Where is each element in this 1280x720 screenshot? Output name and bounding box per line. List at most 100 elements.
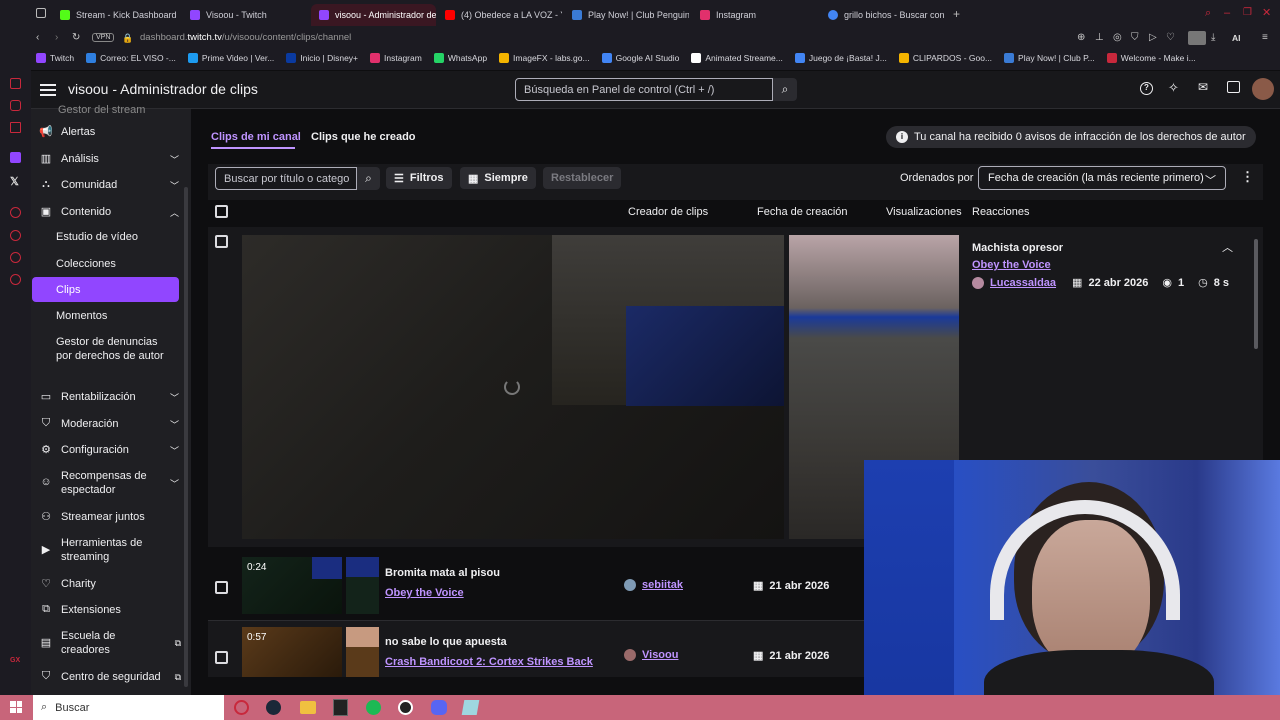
content-scrollbar[interactable] [1254, 239, 1258, 349]
tab-kick[interactable]: Stream - Kick Dashboard [52, 4, 180, 26]
creator-link[interactable]: Visoou [642, 649, 678, 661]
copyright-notice[interactable]: i Tu canal ha recibido 0 avisos de infra… [886, 126, 1256, 148]
creator-link[interactable]: sebiitak [642, 579, 683, 591]
menu-icon[interactable]: ≡ [1262, 32, 1268, 43]
epic-taskbar-icon[interactable] [333, 699, 348, 716]
profile-thumbnail[interactable] [1188, 31, 1206, 45]
steam-taskbar-icon[interactable] [266, 700, 281, 715]
collapse-chevron-icon[interactable]: ︿ [1222, 239, 1233, 255]
bookmark-item[interactable]: CLIPARDOS - Goo... [898, 53, 992, 63]
search-icon[interactable]: ⌕ [773, 78, 797, 101]
sidebar-item-herramientas[interactable]: ▶ Herramientas de streaming [39, 536, 189, 564]
obs-taskbar-icon[interactable] [398, 700, 413, 715]
clip-game[interactable]: Obey the Voice [385, 587, 464, 599]
sort-select[interactable]: Fecha de creación (la más reciente prime… [978, 166, 1226, 190]
sidebar-item-moderacion[interactable]: ⛉ Moderación ﹀ [39, 417, 189, 431]
vpn-badge[interactable]: VPN [92, 33, 115, 42]
bag-icon[interactable] [10, 78, 21, 89]
sidebar-item-recompensas[interactable]: ☺ Recompensas de espectador ﹀ [39, 469, 189, 497]
sidebar-item-streamear-juntos[interactable]: ⚇ Streamear juntos [39, 510, 189, 524]
spotify-taskbar-icon[interactable] [366, 700, 381, 715]
pinboard-icon[interactable] [10, 252, 21, 263]
select-all-checkbox[interactable] [215, 205, 228, 218]
row-checkbox[interactable] [215, 651, 228, 664]
tab-google-search[interactable]: grillo bichos - Buscar con [820, 4, 945, 26]
sidebar-scrollbar[interactable] [184, 187, 188, 687]
zoom-icon[interactable]: ⊕ [1077, 32, 1085, 43]
bookmark-item[interactable]: Correo: EL VISO -... [86, 53, 176, 63]
sidebar-sub-momentos[interactable]: Momentos [56, 309, 176, 323]
sidebar-item-comunidad[interactable]: ⛬ Comunidad ﹀ [39, 178, 189, 192]
bookmark-item[interactable]: Animated Streame... [691, 53, 783, 63]
windows-start-icon[interactable] [10, 701, 22, 713]
forward-icon[interactable]: › [55, 32, 58, 43]
bookmark-item[interactable]: Juego de ¡Basta! J... [794, 53, 887, 63]
shield-addr-icon[interactable]: ⛉ [1131, 32, 1139, 43]
clip-thumbnail[interactable]: 0:57 [242, 627, 342, 677]
app-taskbar-icon[interactable] [461, 700, 480, 715]
close-window-icon[interactable]: ✕ [1262, 6, 1271, 19]
folder-taskbar-icon[interactable] [300, 701, 316, 714]
clip-game[interactable]: Crash Bandicoot 2: Cortex Strikes Back [385, 656, 593, 668]
twitch-rail-icon[interactable] [10, 152, 21, 163]
back-icon[interactable]: ‹ [36, 32, 39, 43]
download-icon[interactable]: ⤓ [1211, 32, 1215, 43]
search-tabs-icon[interactable]: ⌕ [1205, 7, 1211, 20]
play-icon[interactable]: ▷ [1149, 32, 1157, 43]
column-views[interactable]: Visualizaciones [886, 206, 962, 218]
sidebar-sub-copyright[interactable]: Gestor de denuncias por derechos de auto… [56, 335, 176, 363]
more-options-icon[interactable]: ⋮ [1241, 169, 1254, 185]
history-icon[interactable] [10, 230, 21, 241]
tab-my-channel-clips[interactable]: Clips de mi canal [211, 131, 301, 143]
bookmark-item[interactable]: Twitch [36, 53, 74, 63]
maximize-icon[interactable]: ❐ [1243, 7, 1252, 18]
discord-taskbar-icon[interactable] [431, 700, 447, 715]
url-field[interactable]: dashboard. twitch.tv/u/visoou/content/cli… [140, 32, 351, 43]
tab-twitch-channel[interactable]: Visoou - Twitch [182, 4, 310, 26]
help-icon[interactable]: ? [1140, 82, 1153, 95]
ai-button[interactable]: AI [1232, 33, 1241, 43]
column-date[interactable]: Fecha de creación [757, 206, 848, 218]
column-creator[interactable]: Creador de clips [628, 206, 708, 218]
camera-icon[interactable]: ◎ [1113, 32, 1122, 43]
sidebar-item-escuela[interactable]: ▤ Escuela de creadores ⧉ [39, 629, 189, 657]
bookmark-item[interactable]: WhatsApp [433, 53, 487, 63]
heart-icon[interactable]: ♡ [1166, 32, 1175, 43]
clip-thumbnail[interactable]: 0:24 [242, 557, 342, 614]
calendar-icon[interactable] [10, 122, 21, 133]
bookmark-item[interactable]: Welcome - Make i... [1106, 53, 1196, 63]
sidebar-sub-colecciones[interactable]: Colecciones [56, 257, 176, 271]
settings-rail-icon[interactable] [10, 274, 21, 285]
opera-taskbar-icon[interactable] [234, 700, 249, 715]
avatar[interactable] [1252, 78, 1274, 100]
expanded-clip-creator[interactable]: Lucassaldaa [990, 277, 1056, 289]
whispers-icon[interactable] [1227, 81, 1240, 93]
sidebar-item-charity[interactable]: ♡ Charity [39, 577, 189, 591]
sparkle-icon[interactable]: ✧ [1168, 80, 1179, 96]
tab-instagram[interactable]: Instagram [692, 4, 817, 26]
x-rail-icon[interactable]: 𝕏 [10, 175, 19, 188]
expanded-clip-game[interactable]: Obey the Voice [972, 259, 1051, 271]
filters-button[interactable]: ☰ Filtros [386, 167, 452, 189]
pin-icon[interactable]: ⊥ [1095, 32, 1104, 43]
messenger-icon[interactable] [10, 100, 21, 111]
player-icon[interactable] [10, 207, 21, 218]
tab-clips-manager[interactable]: visoou - Administrador de [311, 4, 436, 26]
workspace-icon[interactable] [36, 8, 46, 18]
sidebar-item-analisis[interactable]: ▥ Análisis ﹀ [39, 152, 189, 166]
reload-icon[interactable]: ↻ [72, 32, 80, 43]
bookmark-item[interactable]: ImageFX - labs.go... [499, 53, 590, 63]
sidebar-sub-estudio[interactable]: Estudio de vídeo [56, 230, 176, 244]
sidebar-item-configuracion[interactable]: ⚙ Configuración ﹀ [39, 443, 189, 457]
column-reactions[interactable]: Reacciones [972, 206, 1029, 218]
sidebar-item-rentabilizacion[interactable]: ▭ Rentabilización ﹀ [39, 390, 189, 404]
sidebar-item-alertas[interactable]: 📢 Alertas [39, 125, 189, 139]
sidebar-item-extensiones[interactable]: ⧉ Extensiones [39, 603, 189, 617]
row-checkbox[interactable] [215, 581, 228, 594]
hamburger-icon[interactable] [40, 81, 56, 97]
taskbar-search[interactable]: ⌕ Buscar [33, 695, 224, 720]
bookmark-item[interactable]: Instagram [370, 53, 422, 63]
bookmark-item[interactable]: Inicio | Disney+ [286, 53, 358, 63]
clip-search-icon[interactable]: ⌕ [357, 167, 380, 190]
minimize-icon[interactable]: – [1224, 7, 1230, 19]
